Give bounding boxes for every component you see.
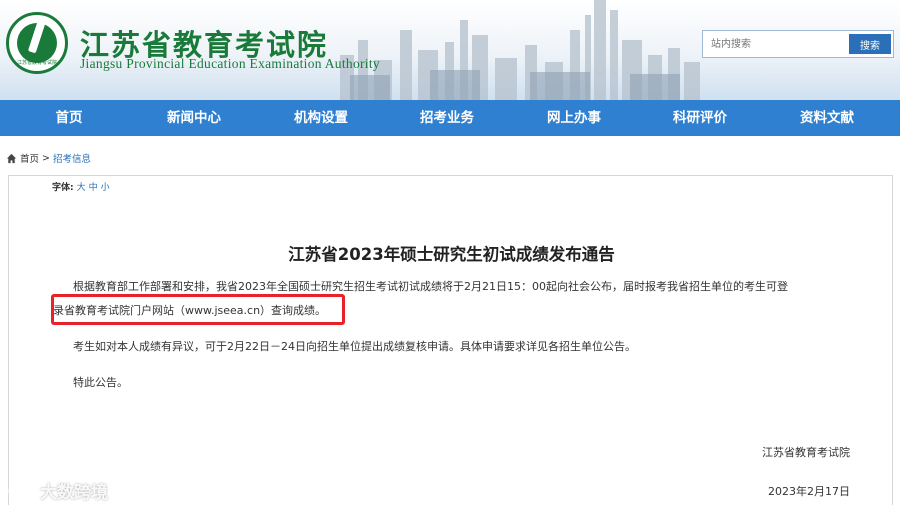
watermark-logo-icon	[8, 483, 32, 498]
nav-item-organization[interactable]: 机构设置	[266, 100, 376, 136]
breadcrumb-separator: >	[42, 152, 50, 164]
watermark-text: 大数跨境	[40, 483, 108, 503]
site-subtitle: Jiangsu Provincial Education Examination…	[80, 56, 380, 71]
breadcrumb-current[interactable]: 招考信息	[53, 151, 91, 165]
article-panel: 字体: 大中小 江苏省2023年硕士研究生初试成绩发布通告 根据教育部工作部署和安…	[8, 175, 893, 505]
logo-ring-text: 江苏省教育考试院	[16, 60, 57, 66]
article-date: 2023年2月17日	[768, 485, 850, 498]
font-size-large[interactable]: 大	[77, 183, 86, 193]
search-box: 搜索	[702, 30, 894, 58]
article-paragraph-3: 特此公告。	[73, 376, 128, 389]
site-header: 江苏省教育考试院 江苏省教育考试院 Jiangsu Provincial Edu…	[0, 0, 900, 100]
nav-item-research[interactable]: 科研评价	[645, 100, 755, 136]
font-size-label: 字体:	[52, 183, 74, 193]
city-skyline-banner	[340, 0, 700, 100]
article-signature: 江苏省教育考试院	[762, 446, 850, 459]
logo-emblem[interactable]: 江苏省教育考试院	[6, 12, 68, 74]
font-size-control: 字体: 大中小	[52, 180, 110, 193]
search-input[interactable]	[703, 31, 849, 57]
nav-item-online-services[interactable]: 网上办事	[519, 100, 629, 136]
nav-item-home[interactable]: 首页	[14, 100, 124, 136]
highlight-annotation-box	[51, 294, 345, 325]
nav-item-admissions[interactable]: 招考业务	[392, 100, 502, 136]
home-icon	[6, 153, 17, 163]
nav-item-documents[interactable]: 资料文献	[772, 100, 882, 136]
font-size-medium[interactable]: 中	[89, 183, 98, 193]
font-size-small[interactable]: 小	[101, 183, 110, 193]
search-button[interactable]: 搜索	[849, 34, 891, 54]
breadcrumb: 首页 > 招考信息	[6, 151, 91, 165]
watermark: 大数跨境	[8, 478, 108, 503]
article-title: 江苏省2023年硕士研究生初试成绩发布通告	[288, 245, 615, 264]
main-nav: 首页 新闻中心 机构设置 招考业务 网上办事 科研评价 资料文献	[0, 100, 900, 136]
breadcrumb-home[interactable]: 首页	[20, 151, 39, 165]
nav-item-news[interactable]: 新闻中心	[139, 100, 249, 136]
article-paragraph-2: 考生如对本人成绩有异议，可于2月22日－24日向招生单位提出成绩复核申请。具体申…	[73, 340, 636, 353]
